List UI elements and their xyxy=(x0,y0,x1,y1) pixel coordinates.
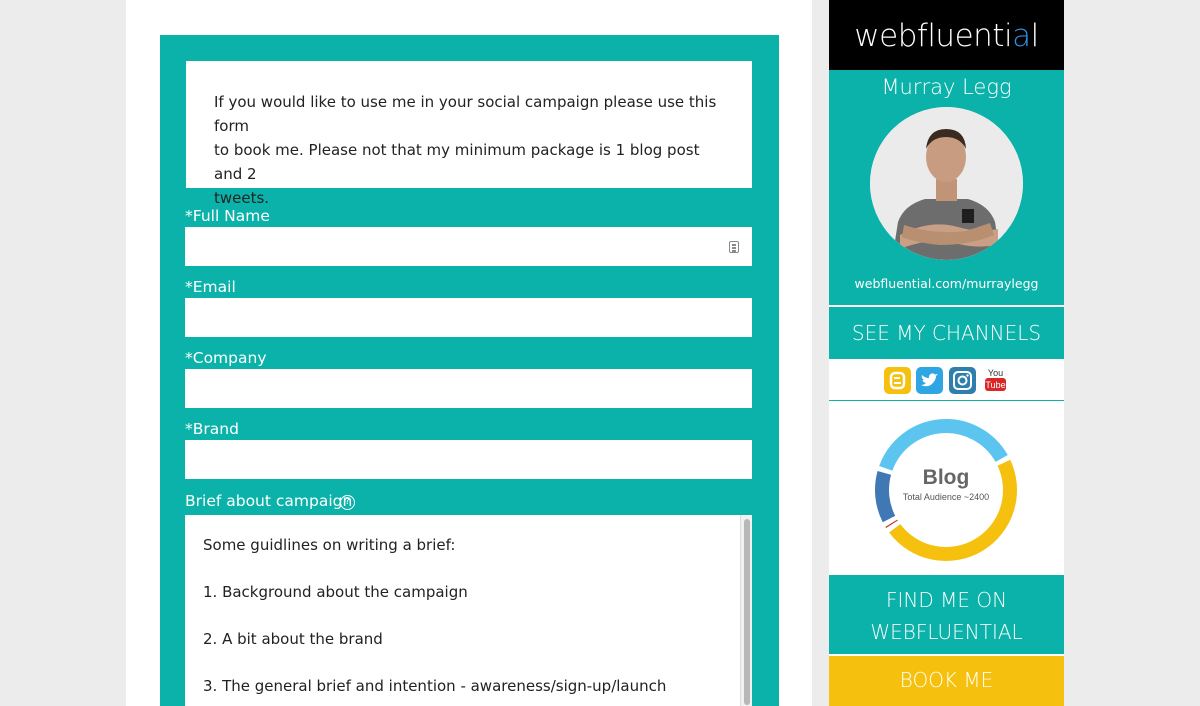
blogger-icon[interactable] xyxy=(884,367,911,394)
help-icon[interactable]: ? xyxy=(340,495,355,510)
brief-line: 3. The general brief and intention - awa… xyxy=(203,677,667,695)
donut-title: Blog xyxy=(923,466,970,489)
profile-sidebar: webfluential Murray Legg webfluential.co… xyxy=(829,0,1064,706)
textarea-scrollbar[interactable] xyxy=(740,515,752,706)
brief-line: Some guidlines on writing a brief: xyxy=(203,536,456,554)
find-me-line: FIND ME ON xyxy=(885,588,1008,612)
full-name-label: *Full Name xyxy=(185,207,270,225)
brief-line: 1. Background about the campaign xyxy=(203,583,468,601)
intro-line: to book me. Please not that my minimum p… xyxy=(214,141,700,183)
profile-url[interactable]: webfluential.com/murraylegg xyxy=(829,276,1064,291)
profile-card: Murray Legg webfluential.com/murraylegg xyxy=(829,70,1064,305)
youtube-label-bottom: Tube xyxy=(985,380,1005,390)
book-me-button[interactable]: BOOK ME xyxy=(829,656,1064,706)
donut-segment-twitter[interactable] xyxy=(879,419,1008,471)
company-input[interactable] xyxy=(185,369,752,408)
donut-subtitle: Total Audience ~2400 xyxy=(903,492,989,502)
company-label: *Company xyxy=(185,349,267,367)
donut-segment-instagram[interactable] xyxy=(875,471,896,523)
see-channels-button[interactable]: SEE MY CHANNELS xyxy=(829,307,1064,359)
avatar-photo xyxy=(870,107,1023,260)
donut-segment-accent[interactable] xyxy=(885,519,898,529)
webfluential-logo[interactable]: webfluential xyxy=(829,0,1064,70)
email-input[interactable] xyxy=(185,298,752,337)
scrollbar-thumb[interactable] xyxy=(744,519,750,705)
full-name-input[interactable] xyxy=(185,227,752,266)
find-me-line: WEBFLUENTIAL xyxy=(870,620,1023,644)
logo-text: webfluential xyxy=(854,18,1039,54)
youtube-icon[interactable]: You Tube xyxy=(982,367,1009,394)
brand-input[interactable] xyxy=(185,440,752,479)
intro-text: If you would like to use me in your soci… xyxy=(214,90,724,210)
channel-icons-row: You Tube xyxy=(829,359,1064,401)
find-me-button[interactable]: FIND ME ON WEBFLUENTIAL xyxy=(829,575,1064,654)
intro-box: If you would like to use me in your soci… xyxy=(186,61,752,207)
audience-donut-chart[interactable]: Blog Total Audience ~2400 xyxy=(829,402,1064,575)
brand-label: *Brand xyxy=(185,420,239,438)
avatar xyxy=(870,107,1023,260)
brief-label: Brief about campaign xyxy=(185,492,353,510)
influencer-name: Murray Legg xyxy=(881,75,1012,99)
twitter-icon[interactable] xyxy=(916,367,943,394)
contact-card-icon[interactable] xyxy=(729,241,739,253)
intro-line: If you would like to use me in your soci… xyxy=(214,93,717,135)
instagram-icon[interactable] xyxy=(949,367,976,394)
brief-line: 2. A bit about the brand xyxy=(203,630,383,648)
email-label: *Email xyxy=(185,278,236,296)
intro-line: tweets. xyxy=(214,189,270,207)
brief-textarea[interactable]: Some guidlines on writing a brief: 1. Ba… xyxy=(185,515,752,706)
youtube-label-top: You xyxy=(988,368,1003,378)
